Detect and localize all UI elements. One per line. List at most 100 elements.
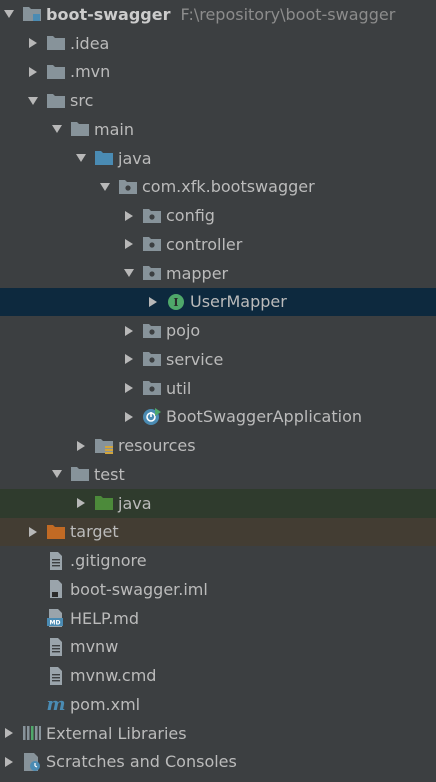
tree-row-target[interactable]: target <box>0 517 436 547</box>
folder-icon <box>70 119 90 139</box>
chevron-right-icon[interactable] <box>120 322 138 340</box>
folder-icon <box>70 464 90 484</box>
folder-label: .mvn <box>70 62 111 82</box>
spring-boot-app-icon <box>142 407 162 427</box>
tree-row-main[interactable]: main <box>0 115 436 144</box>
folder-icon <box>46 91 66 111</box>
text-file-icon <box>46 637 66 657</box>
source-folder-icon <box>94 148 114 168</box>
text-file-icon <box>46 551 66 571</box>
chevron-right-icon[interactable] <box>0 724 18 742</box>
tree-row-pom[interactable]: m pom.xml <box>0 690 436 719</box>
file-label: boot-swagger.iml <box>70 579 208 599</box>
tree-row-mvnw-cmd[interactable]: mvnw.cmd <box>0 661 436 690</box>
chevron-down-icon[interactable] <box>48 120 66 138</box>
maven-icon: m <box>46 694 66 714</box>
folder-icon <box>46 33 66 53</box>
tree-row-iml[interactable]: boot-swagger.iml <box>0 575 436 604</box>
chevron-right-icon[interactable] <box>120 408 138 426</box>
package-icon <box>142 378 162 398</box>
chevron-right-icon[interactable] <box>0 753 18 771</box>
chevron-right-icon[interactable] <box>24 34 42 52</box>
tree-row-service[interactable]: service <box>0 345 436 374</box>
iml-file-icon <box>46 579 66 599</box>
folder-label: src <box>70 91 94 111</box>
chevron-right-icon[interactable] <box>24 523 42 541</box>
package-label: com.xfk.bootswagger <box>142 177 315 197</box>
chevron-down-icon[interactable] <box>96 178 114 196</box>
folder-icon <box>46 62 66 82</box>
tree-row-project-root[interactable]: boot-swagger F:\repository\boot-swagger <box>0 0 436 29</box>
tree-row-mapper[interactable]: mapper <box>0 259 436 288</box>
tree-row-java-test[interactable]: java <box>0 488 436 518</box>
excluded-folder-icon <box>46 522 66 542</box>
scratches-icon <box>22 752 42 772</box>
folder-label: resources <box>118 436 196 456</box>
tree-row-mvnw[interactable]: mvnw <box>0 633 436 662</box>
chevron-right-icon[interactable] <box>120 207 138 225</box>
tree-row-util[interactable]: util <box>0 374 436 403</box>
interface-icon: I <box>166 292 186 312</box>
tree-row-user-mapper[interactable]: I UserMapper <box>0 287 436 317</box>
package-label: mapper <box>166 263 229 283</box>
file-label: HELP.md <box>70 608 140 628</box>
tree-row-help[interactable]: MD HELP.md <box>0 604 436 633</box>
chevron-right-icon[interactable] <box>72 494 90 512</box>
package-label: util <box>166 378 192 398</box>
tree-row-idea[interactable]: .idea <box>0 29 436 58</box>
tree-row-application[interactable]: BootSwaggerApplication <box>0 403 436 432</box>
svg-text:I: I <box>173 296 178 309</box>
file-label: mvnw <box>70 637 119 657</box>
svg-text:MD: MD <box>50 620 61 627</box>
chevron-down-icon[interactable] <box>24 92 42 110</box>
chevron-right-icon[interactable] <box>24 63 42 81</box>
package-label: pojo <box>166 321 201 341</box>
folder-label: target <box>70 522 119 542</box>
tree-row-scratches[interactable]: Scratches and Consoles <box>0 748 436 777</box>
chevron-right-icon[interactable] <box>120 350 138 368</box>
markdown-file-icon: MD <box>46 608 66 628</box>
chevron-down-icon[interactable] <box>48 465 66 483</box>
package-icon <box>118 177 138 197</box>
svg-text:m: m <box>46 694 65 714</box>
chevron-down-icon[interactable] <box>120 264 138 282</box>
package-icon <box>142 206 162 226</box>
tree-row-external-libraries[interactable]: External Libraries <box>0 719 436 748</box>
package-label: service <box>166 349 224 369</box>
text-file-icon <box>46 666 66 686</box>
tree-row-pojo[interactable]: pojo <box>0 316 436 345</box>
chevron-right-icon[interactable] <box>72 437 90 455</box>
tree-row-resources[interactable]: resources <box>0 431 436 460</box>
tree-row-mvn[interactable]: .mvn <box>0 58 436 87</box>
folder-label: java <box>118 148 152 168</box>
test-folder-icon <box>94 493 114 513</box>
chevron-right-icon[interactable] <box>144 293 162 311</box>
folder-label: main <box>94 119 134 139</box>
tree-row-gitignore[interactable]: .gitignore <box>0 546 436 575</box>
tree-row-src[interactable]: src <box>0 86 436 115</box>
tree-row-config[interactable]: config <box>0 201 436 230</box>
tree-row-java-main[interactable]: java <box>0 144 436 173</box>
package-icon <box>142 321 162 341</box>
tree-row-controller[interactable]: controller <box>0 230 436 259</box>
chevron-right-icon[interactable] <box>120 235 138 253</box>
module-folder-icon <box>22 4 42 24</box>
project-path: F:\repository\boot-swagger <box>180 4 396 24</box>
library-icon <box>22 723 42 743</box>
folder-label: java <box>118 493 152 513</box>
tree-row-test[interactable]: test <box>0 460 436 489</box>
tree-row-package-root[interactable]: com.xfk.bootswagger <box>0 173 436 202</box>
class-label: BootSwaggerApplication <box>166 407 363 427</box>
project-tree: boot-swagger F:\repository\boot-swagger … <box>0 0 436 782</box>
chevron-down-icon[interactable] <box>0 5 18 23</box>
resources-folder-icon <box>94 436 114 456</box>
chevron-down-icon[interactable] <box>72 149 90 167</box>
chevron-right-icon[interactable] <box>120 379 138 397</box>
folder-label: .idea <box>70 33 110 53</box>
package-icon <box>142 234 162 254</box>
package-label: config <box>166 206 215 226</box>
file-label: mvnw.cmd <box>70 666 157 686</box>
package-label: controller <box>166 234 243 254</box>
class-label: UserMapper <box>190 292 287 312</box>
project-name: boot-swagger <box>46 4 171 24</box>
